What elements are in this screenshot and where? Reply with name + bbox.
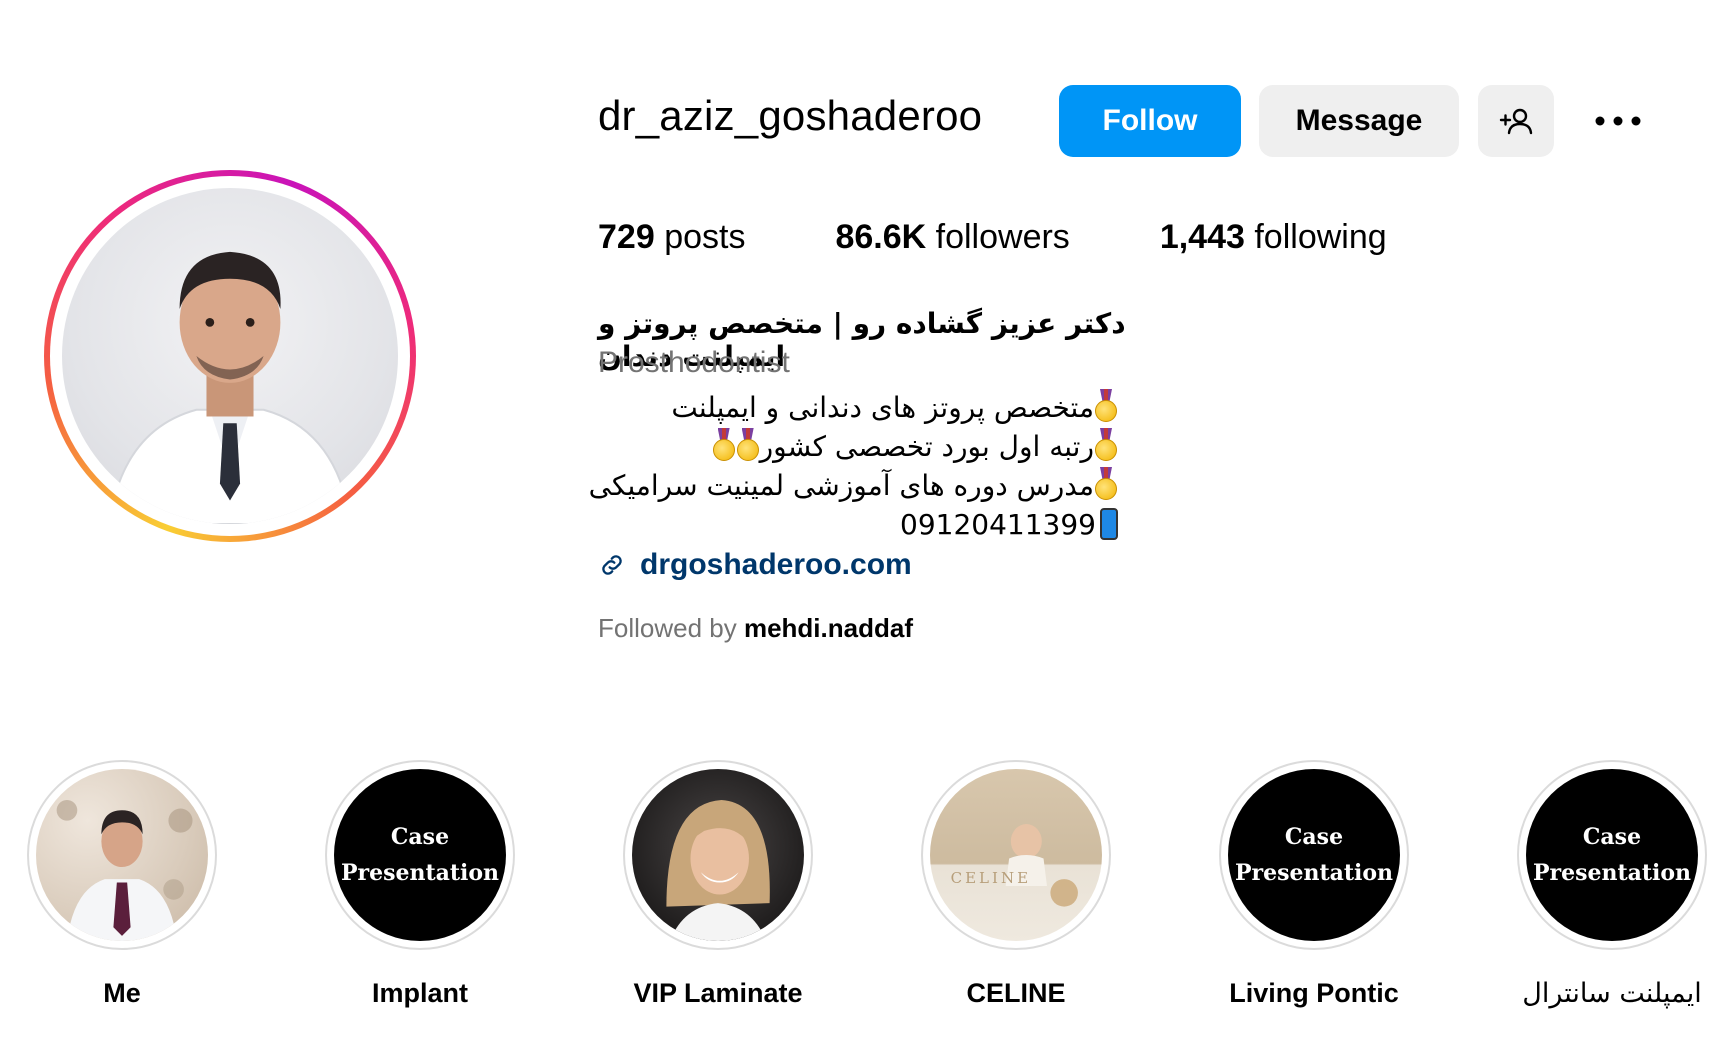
followers-label: followers: [935, 218, 1070, 256]
bio-line-text: متخصص پروتز های دندانی و ایمپلنت: [671, 391, 1094, 424]
mobile-phone-icon: [1100, 508, 1118, 540]
cover-line: Case: [1284, 824, 1344, 850]
following-stat[interactable]: 1,443 following: [1160, 218, 1387, 257]
bio-line-text: مدرس دوره های آموزشی لمینیت سرامیکی: [588, 469, 1094, 502]
more-options-icon: [1595, 116, 1641, 126]
following-count: 1,443: [1159, 218, 1245, 256]
profile-avatar-ring[interactable]: [44, 170, 416, 542]
highlight-celine[interactable]: CELINE CELINE: [916, 760, 1116, 1009]
highlight-cover-image: [1005, 824, 1078, 907]
cover-line: Presentation: [340, 860, 500, 886]
following-label: following: [1254, 218, 1387, 256]
highlight-cover: [632, 769, 804, 941]
highlight-label: Living Pontic: [1229, 978, 1399, 1008]
bio-line: متخصص پروتز های دندانی و ایمپلنت: [598, 388, 1118, 427]
highlight-ring: [27, 760, 217, 950]
highlight-ring: Case Presentation: [1219, 760, 1409, 950]
highlight-ring: CELINE: [921, 760, 1111, 950]
bio-line: مدرس دوره های آموزشی لمینیت سرامیکی: [589, 466, 1118, 505]
bio-line-text: رتبه اول بورد تخصصی کشور: [759, 430, 1094, 463]
medal-icon: [1095, 389, 1117, 423]
profile-username: dr_aziz_goshaderoo: [598, 92, 983, 139]
highlight-implant-central[interactable]: Case Presentation ایمپلنت سانترال: [1512, 760, 1712, 1009]
website-link-text[interactable]: drgoshaderoo.com: [640, 548, 912, 582]
highlight-ring: Case Presentation: [1517, 760, 1707, 950]
highlight-label: VIP Laminate: [633, 978, 803, 1008]
follow-button[interactable]: Follow: [1059, 85, 1241, 157]
highlight-label: ایمپلنت سانترال: [1522, 978, 1702, 1009]
posts-stat: 729 posts: [598, 218, 745, 257]
medal-icon: [1095, 467, 1117, 501]
highlight-ring: [623, 760, 813, 950]
highlight-vip-laminate[interactable]: VIP Laminate: [618, 760, 818, 1009]
followers-count: 86.6K: [835, 218, 927, 256]
add-user-icon: [1499, 108, 1533, 135]
highlight-cover: Case Presentation: [1228, 769, 1400, 941]
medal-icon: [736, 428, 759, 462]
profile-bio: متخصص پروتز های دندانی و ایمپلنت رتبه او…: [589, 388, 1118, 544]
bio-phone-number: 09120411399: [900, 508, 1096, 541]
medal-icon: [712, 428, 735, 462]
highlight-living-pontic[interactable]: Case Presentation Living Pontic: [1214, 760, 1414, 1009]
followed-by[interactable]: Followed by mehdi.naddaf: [598, 613, 913, 644]
posts-label: posts: [664, 218, 746, 256]
highlight-cover-image: [666, 799, 770, 941]
profile-stats: 729 posts 86.6K followers 1,443 followin…: [598, 218, 1477, 257]
link-icon: [602, 555, 622, 575]
highlight-me[interactable]: Me: [22, 760, 222, 1009]
followed-by-user[interactable]: mehdi.naddaf: [744, 613, 913, 643]
bio-line: 09120411399: [598, 505, 1118, 544]
profile-website-link[interactable]: drgoshaderoo.com: [598, 548, 912, 582]
highlight-implant[interactable]: Case Presentation Implant: [320, 760, 520, 1009]
highlight-cover: Case Presentation: [1526, 769, 1698, 941]
bio-line: رتبه اول بورد تخصصی کشور: [598, 427, 1118, 466]
cover-text: CELINE: [950, 868, 1032, 887]
avatar-gap: [50, 176, 410, 536]
profile-category: Prosthodontist: [598, 346, 790, 379]
cover-line: Case: [390, 824, 450, 850]
suggested-users-button[interactable]: [1478, 85, 1554, 157]
highlight-ring: Case Presentation: [325, 760, 515, 950]
avatar-portrait: [108, 251, 352, 524]
highlight-label: CELINE: [966, 978, 1066, 1008]
cover-line: Presentation: [1234, 860, 1394, 886]
highlight-label: Me: [103, 978, 141, 1008]
message-button[interactable]: Message: [1259, 85, 1459, 157]
more-options-button[interactable]: [1588, 100, 1648, 142]
cover-line: Presentation: [1532, 860, 1692, 886]
highlight-cover: Case Presentation: [334, 769, 506, 941]
followed-by-prefix: Followed by: [598, 613, 737, 643]
followers-stat[interactable]: 86.6K followers: [835, 218, 1069, 257]
profile-avatar: [62, 188, 398, 524]
highlight-cover: [36, 769, 208, 941]
posts-count: 729: [598, 218, 655, 256]
highlight-cover-image: [56, 799, 193, 941]
highlight-cover: CELINE: [930, 769, 1102, 941]
cover-line: Case: [1582, 824, 1642, 850]
highlight-label: Implant: [371, 978, 468, 1008]
medal-icon: [1095, 428, 1117, 462]
